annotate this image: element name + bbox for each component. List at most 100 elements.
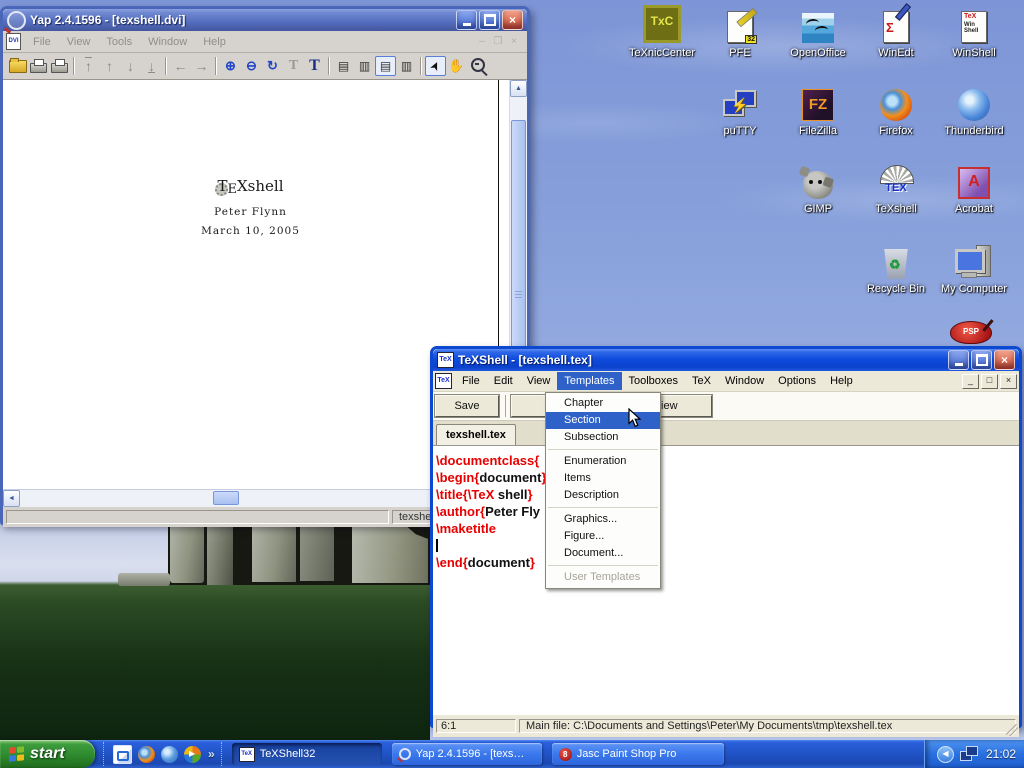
yap-menu-view[interactable]: View	[59, 33, 99, 51]
network-tray-icon[interactable]	[960, 746, 978, 762]
desktop-icon-texniccenter[interactable]: TxC TeXnicCenter	[624, 6, 700, 61]
templates-menu-item-chapter[interactable]: Chapter	[546, 395, 660, 412]
media-player-quicklaunch-icon[interactable]	[184, 746, 201, 763]
yap-titlebar[interactable]: Yap 2.4.1596 - [texshell.dvi] ×	[3, 9, 527, 31]
texshell-menu-edit[interactable]: Edit	[487, 372, 520, 390]
taskbar-clock: 21:02	[986, 747, 1016, 761]
yap-menu-file[interactable]: File	[25, 33, 59, 51]
desktop-icon-thunderbird[interactable]: Thunderbird	[936, 84, 1012, 139]
view-continuous-icon[interactable]: ▤	[375, 56, 396, 76]
editor-line[interactable]: \begin{document}	[436, 469, 1019, 486]
taskbar-button-yap[interactable]: Yap 2.4.1596 - [texs…	[392, 743, 542, 765]
yap-menu-window[interactable]: Window	[140, 33, 195, 51]
magnifier-tool-icon[interactable]	[467, 56, 488, 76]
show-desktop-icon[interactable]	[113, 745, 132, 764]
taskbar-button-paintshoppro[interactable]: 8 Jasc Paint Shop Pro	[552, 743, 724, 765]
desktop-icon-winedt[interactable]: Σ WinEdt	[858, 6, 934, 61]
editor-line[interactable]	[436, 537, 1019, 554]
prev-page-icon[interactable]: ↑	[99, 56, 120, 76]
editor-line[interactable]: \end{document}	[436, 554, 1019, 571]
next-page-icon[interactable]: ↓	[120, 56, 141, 76]
desktop-icon-texshell[interactable]: TEX TeXshell	[858, 162, 934, 217]
refresh-icon[interactable]: ↻	[262, 56, 283, 76]
code-editor[interactable]: \documentclass{\begin{document}\title{\T…	[433, 446, 1019, 714]
print-icon[interactable]	[28, 56, 49, 76]
texshell-menu-window[interactable]: Window	[718, 372, 771, 390]
desktop-icon-recycle-bin[interactable]: ♻ Recycle Bin	[858, 242, 934, 297]
tray-collapse-chevron-icon[interactable]: ◀	[937, 746, 954, 763]
mdi-close-button[interactable]: ×	[1000, 374, 1017, 389]
close-button[interactable]: ×	[502, 10, 523, 30]
templates-menu-item-section[interactable]: Section	[546, 412, 660, 429]
scrollbar-thumb[interactable]	[213, 491, 239, 505]
templates-menu-item-enumeration[interactable]: Enumeration	[546, 453, 660, 470]
editor-line[interactable]: \documentclass{	[436, 452, 1019, 469]
toolbar-separator	[73, 57, 75, 75]
texshell-menu-file[interactable]: File	[455, 372, 487, 390]
select-tool-icon[interactable]: ➤	[425, 56, 446, 76]
minimize-button[interactable]	[456, 10, 477, 30]
minimize-button[interactable]	[948, 350, 969, 370]
texshell-menu-options[interactable]: Options	[771, 372, 823, 390]
resize-grip[interactable]	[1006, 724, 1018, 736]
templates-menu-item-figure[interactable]: Figure...	[546, 528, 660, 545]
thunderbird-quicklaunch-icon[interactable]	[161, 746, 178, 763]
text-tool-icon[interactable]: T	[304, 56, 325, 76]
templates-menu-item-items[interactable]: Items	[546, 470, 660, 487]
quicklaunch-overflow-chevron[interactable]: »	[208, 747, 215, 761]
editor-line[interactable]: \title{\TeX shell}	[436, 486, 1019, 503]
templates-menu-item-subsection[interactable]: Subsection	[546, 429, 660, 446]
firefox-quicklaunch-icon[interactable]	[138, 746, 155, 763]
tab-texshell-tex[interactable]: texshell.tex	[436, 424, 516, 445]
hand-tool-icon[interactable]: ✋	[446, 56, 467, 76]
mdi-minimize-button[interactable]: _	[962, 374, 979, 389]
desktop-icon-filezilla[interactable]: FZ FileZilla	[780, 84, 856, 139]
scroll-up-button[interactable]: ▲	[510, 80, 527, 97]
start-button[interactable]: start	[0, 740, 95, 768]
text-caret	[436, 539, 438, 552]
texshell-menu-toolboxes[interactable]: Toolboxes	[622, 372, 686, 390]
view-single-page-icon[interactable]: ▤	[333, 56, 354, 76]
scroll-left-button[interactable]: ◄	[3, 490, 20, 507]
templates-menu-item-graphics[interactable]: Graphics...	[546, 511, 660, 528]
view-two-pages-icon[interactable]: ▥	[354, 56, 375, 76]
zoom-out-icon[interactable]: ⊖	[241, 56, 262, 76]
menu-separator	[548, 507, 658, 508]
desktop-icon-acrobat[interactable]: A Acrobat	[936, 162, 1012, 217]
texshell-menu-templates[interactable]: Templates	[557, 372, 621, 390]
yap-menu-tools[interactable]: Tools	[98, 33, 140, 51]
first-page-icon[interactable]: ↑	[78, 56, 99, 76]
texshell-menu-view[interactable]: View	[520, 372, 558, 390]
psp-desktop-icon[interactable]: PSP	[950, 321, 992, 344]
desktop-icon-firefox[interactable]: Firefox	[858, 84, 934, 139]
yap-menu-help[interactable]: Help	[195, 33, 234, 51]
desktop-icon-gimp[interactable]: GIMP	[780, 162, 856, 217]
view-continuous-two-icon[interactable]: ▥	[396, 56, 417, 76]
mdi-restore-button[interactable]: □	[981, 374, 998, 389]
desktop-icon-putty[interactable]: ⚡ puTTY	[702, 84, 778, 139]
texshell-menu-tex[interactable]: TeX	[685, 372, 718, 390]
last-page-icon[interactable]: ↓	[141, 56, 162, 76]
templates-menu-item-description[interactable]: Description	[546, 487, 660, 504]
maximize-button[interactable]	[971, 350, 992, 370]
maximize-button[interactable]	[479, 10, 500, 30]
editor-line[interactable]: \author{Peter Fly	[436, 503, 1019, 520]
desktop-icon-openoffice[interactable]: OpenOffice	[780, 6, 856, 61]
taskbar-button-texshell32[interactable]: TeX TeXShell32	[232, 743, 382, 765]
back-icon[interactable]: ←	[170, 56, 191, 76]
close-button[interactable]: ×	[994, 350, 1015, 370]
templates-menu-item-document[interactable]: Document...	[546, 545, 660, 562]
yap-window-title: Yap 2.4.1596 - [texshell.dvi]	[30, 13, 454, 27]
print-setup-icon[interactable]	[49, 56, 70, 76]
open-icon[interactable]	[7, 56, 28, 76]
ruler-tool-icon[interactable]: T	[283, 56, 304, 76]
editor-line[interactable]: \maketitle	[436, 520, 1019, 537]
texshell-menu-help[interactable]: Help	[823, 372, 860, 390]
forward-icon[interactable]: →	[191, 56, 212, 76]
desktop-icon-my-computer[interactable]: My Computer	[936, 242, 1012, 297]
save-button[interactable]: Save	[435, 395, 499, 417]
texshell-titlebar[interactable]: TeX TeXShell - [texshell.tex] ×	[433, 349, 1019, 371]
desktop-icon-winshell[interactable]: TeXWin Shell WinShell	[936, 6, 1012, 61]
zoom-in-icon[interactable]: ⊕	[220, 56, 241, 76]
desktop-icon-pfe[interactable]: 32 PFE	[702, 6, 778, 61]
